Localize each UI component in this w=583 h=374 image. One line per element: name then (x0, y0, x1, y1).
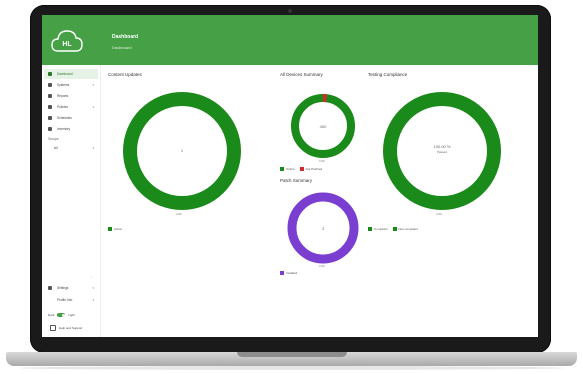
theme-light-label: Light (68, 313, 75, 317)
legend-swatch (280, 271, 284, 275)
legend-label: Not Patched (305, 167, 323, 171)
legend-swatch (368, 227, 372, 231)
breadcrumb: Dashboard (112, 45, 132, 50)
settings-icon (48, 286, 52, 290)
sidebar-item-reports[interactable]: Reports (44, 91, 98, 101)
chevron-down-icon: ▾ (92, 298, 94, 302)
sidebar-item-label: Settings (57, 286, 69, 290)
dashboard-icon (48, 72, 52, 76)
chevron-down-icon: ▾ (92, 83, 94, 87)
reports-icon (48, 94, 52, 98)
systems-icon (48, 83, 52, 87)
laptop-shadow (20, 366, 563, 370)
help-label: Help and Support (59, 326, 83, 330)
sidebar-item-label: Systems (57, 83, 70, 87)
sidebar-item-label: Profile Info (57, 298, 73, 302)
sidebar-item-profile[interactable]: Profile Info ▾ (44, 295, 98, 305)
laptop-screen: HL Dashboard Dashboard Dashboard Systems… (42, 15, 538, 337)
sidebar-collapse[interactable]: ‹ (44, 272, 96, 282)
testing-compliance-center: 100.00 % (433, 144, 451, 149)
legend-swatch (280, 167, 284, 171)
testing-compliance-legend: Compliant Non-compliant (368, 227, 418, 231)
legend-label: Compliant (374, 227, 388, 231)
sidebar-item-label: Inventory (57, 127, 71, 131)
all-devices-legend: Online Not Patched (280, 167, 322, 171)
help-support-button[interactable]: Help and Support (50, 325, 82, 331)
testing-compliance-title: Testing Compliance (368, 72, 408, 77)
help-icon (50, 325, 56, 331)
all-devices-title: All Devices Summary (280, 72, 323, 77)
sidebar-item-label: Dashboard (57, 72, 73, 76)
legend-swatch (108, 227, 112, 231)
patch-summary-title: Patch Summary (280, 178, 313, 183)
groups-label: Groups (48, 137, 59, 141)
testing-compliance-center-sub: Passed (436, 150, 447, 154)
sidebar-item-label: Schedules (57, 116, 72, 120)
patch-summary-legend: Installed (280, 271, 297, 275)
legend-label: Online (286, 167, 295, 171)
legend-swatch (299, 167, 304, 171)
sidebar-item-inventory[interactable]: Inventory (44, 124, 98, 134)
page-title: Dashboard (112, 34, 139, 40)
sidebar: Dashboard Systems ▾ Reports Policies ▾ S… (42, 65, 101, 337)
all-devices-center: 400 (319, 124, 327, 129)
content-updates-legend: Active (108, 227, 122, 231)
theme-dark-label: Dark (48, 313, 55, 317)
chevron-left-icon: ‹ (91, 275, 92, 279)
legend-label: Non-compliant (398, 227, 418, 231)
group-select-value: All (54, 146, 58, 150)
testing-compliance-tick: 1000 (436, 213, 442, 216)
sidebar-item-label: Policies (57, 105, 68, 109)
schedules-icon (48, 116, 52, 120)
laptop-notch (237, 352, 347, 357)
laptop-base (6, 352, 577, 366)
camera (288, 9, 292, 13)
logo-text: HL (62, 41, 72, 48)
patch-summary-tick: 1000 (319, 265, 325, 268)
group-select[interactable]: All ▾ (44, 143, 98, 153)
theme-toggle[interactable] (57, 313, 66, 317)
chevron-down-icon: ▾ (92, 286, 94, 290)
sidebar-item-label: Reports (57, 94, 69, 98)
legend-label: Installed (286, 271, 298, 275)
sidebar-item-systems[interactable]: Systems ▾ (44, 80, 98, 90)
policies-icon (48, 105, 52, 109)
all-devices-tick: 1000 (319, 160, 325, 163)
sidebar-item-settings[interactable]: Settings ▾ (44, 283, 98, 293)
content-updates-title: Content Updates (108, 72, 142, 77)
laptop-lid: HL Dashboard Dashboard Dashboard Systems… (30, 5, 551, 353)
sidebar-item-schedules[interactable]: Schedules (44, 113, 98, 123)
cloud-logo-icon[interactable]: HL (50, 27, 84, 57)
theme-toggle-row: Dark Light (48, 313, 75, 317)
sidebar-item-dashboard[interactable]: Dashboard (44, 69, 98, 79)
chevron-down-icon: ▾ (92, 105, 94, 109)
content-updates-tick: 1000 (176, 213, 182, 216)
content-updates-center: 1 (180, 148, 184, 153)
inventory-icon (48, 127, 52, 131)
chevron-down-icon: ▾ (92, 146, 94, 150)
sidebar-item-policies[interactable]: Policies ▾ (44, 102, 98, 112)
legend-swatch (392, 227, 397, 231)
legend-label: Active (114, 227, 123, 231)
app-header: HL Dashboard Dashboard (42, 15, 538, 65)
patch-summary-center: 3 (321, 226, 325, 231)
